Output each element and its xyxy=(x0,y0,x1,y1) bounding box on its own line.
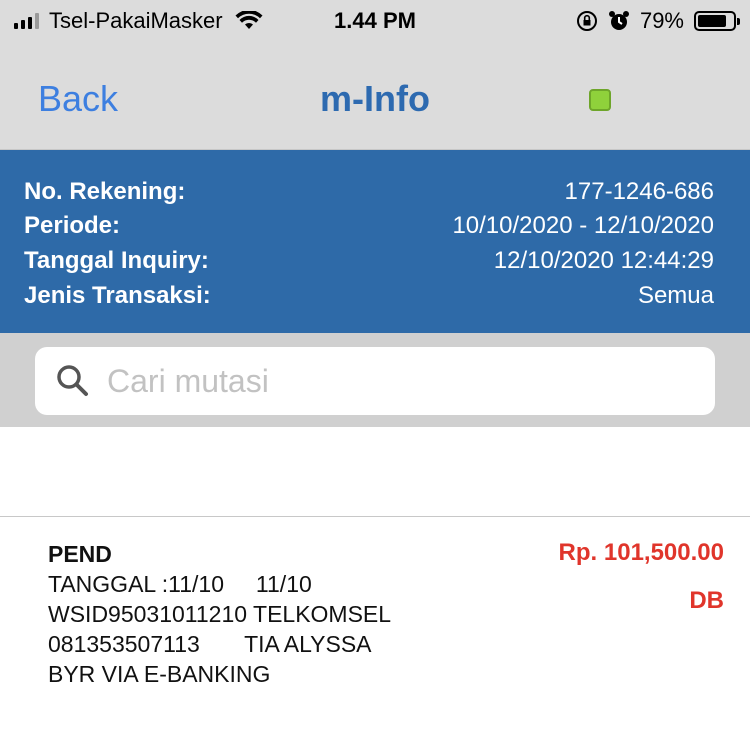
search-input[interactable] xyxy=(105,361,689,401)
battery-percent: 79% xyxy=(639,8,684,33)
transaction-amount: Rp. 101,500.00 xyxy=(558,539,724,566)
info-value: 177-1246-686 xyxy=(564,178,714,205)
info-label: Tanggal Inquiry: xyxy=(24,247,209,274)
transaction-description: PEND TANGGAL :11/10 11/10 WSID9503101121… xyxy=(48,539,391,689)
info-value: 12/10/2020 12:44:29 xyxy=(493,247,714,274)
transaction-line: BYR VIA E-BANKING xyxy=(48,661,271,687)
orientation-lock-icon xyxy=(576,11,597,31)
status-right: 79% xyxy=(576,8,740,34)
transaction-line: TANGGAL :11/10 11/10 xyxy=(48,571,312,597)
search-bar xyxy=(0,333,750,427)
page-title: m-Info xyxy=(320,78,430,119)
search-box[interactable] xyxy=(35,347,715,415)
info-value: 10/10/2020 - 12/10/2020 xyxy=(452,212,714,239)
transaction-status: PEND xyxy=(48,541,112,567)
info-label: No. Rekening: xyxy=(24,178,186,205)
info-value: Semua xyxy=(637,282,714,309)
transaction-line: WSID95031011210 TELKOMSEL xyxy=(48,601,392,627)
connection-indicator xyxy=(589,89,611,111)
account-info-panel: No. Rekening: 177-1246-686 Periode: 10/1… xyxy=(0,150,750,333)
transaction-item[interactable]: PEND TANGGAL :11/10 11/10 WSID9503101121… xyxy=(0,517,750,735)
navigation-bar: Back m-Info xyxy=(0,42,750,150)
search-icon xyxy=(57,365,88,396)
transaction-type-badge: DB xyxy=(689,587,724,614)
battery-icon xyxy=(694,11,740,31)
info-row-account: No. Rekening: 177-1246-686 xyxy=(24,178,714,212)
info-row-transaction-type: Jenis Transaksi: Semua xyxy=(24,282,714,316)
info-row-inquiry-date: Tanggal Inquiry: 12/10/2020 12:44:29 xyxy=(24,247,714,281)
transaction-line: 081353507113 TIA ALYSSA xyxy=(48,631,372,657)
info-row-period: Periode: 10/10/2020 - 12/10/2020 xyxy=(24,212,714,246)
info-label: Jenis Transaksi: xyxy=(24,282,211,309)
info-label: Periode: xyxy=(24,212,121,239)
alarm-icon xyxy=(608,11,629,30)
status-bar: Tsel-PakaiMasker 1.44 PM 79% xyxy=(0,0,750,42)
